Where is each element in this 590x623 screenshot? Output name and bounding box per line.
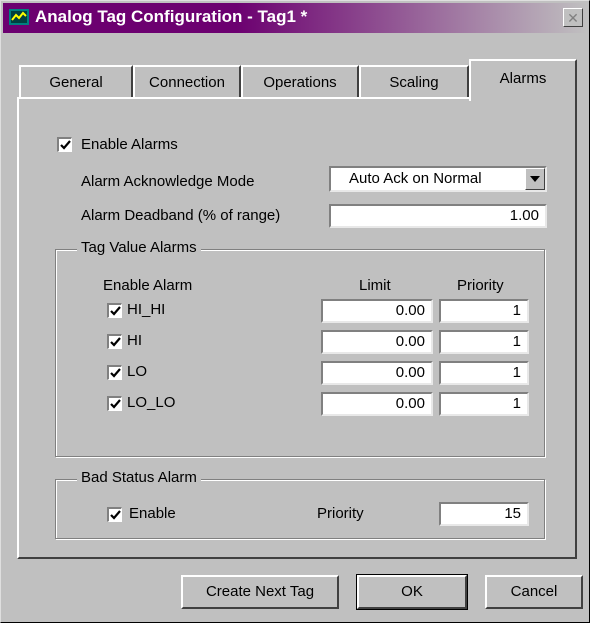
enable-alarms-checkbox[interactable] (57, 137, 72, 152)
check-icon (60, 140, 71, 150)
hi-hi-limit-field[interactable]: 0.00 (321, 299, 433, 323)
tab-label: General (49, 74, 103, 91)
hi-checkbox[interactable] (107, 334, 122, 349)
lo-label: LO (127, 363, 148, 380)
tab-label: Scaling (389, 74, 439, 91)
create-next-tag-button[interactable]: Create Next Tag (181, 575, 339, 609)
close-icon: ✕ (567, 10, 579, 26)
tab-general[interactable]: General (19, 65, 133, 99)
close-button[interactable]: ✕ (563, 8, 583, 27)
check-icon (110, 306, 121, 316)
title-bar[interactable]: Analog Tag Configuration - Tag1 * ✕ (3, 3, 587, 33)
check-icon (110, 337, 121, 347)
bad-status-priority-label: Priority (317, 505, 364, 522)
tab-label: Connection (149, 74, 225, 91)
enable-alarms-label: Enable Alarms (81, 136, 178, 153)
tab-connection[interactable]: Connection (133, 65, 241, 99)
tab-label: Operations (263, 74, 337, 91)
lo-lo-limit-field[interactable]: 0.00 (321, 392, 433, 416)
check-icon (110, 510, 121, 520)
lo-lo-priority-field[interactable]: 1 (439, 392, 529, 416)
lo-limit-field[interactable]: 0.00 (321, 361, 433, 385)
deadband-label: Alarm Deadband (% of range) (81, 207, 281, 224)
enable-alarm-header: Enable Alarm (103, 277, 193, 294)
tab-scaling[interactable]: Scaling (359, 65, 469, 99)
lo-checkbox[interactable] (107, 365, 122, 380)
hi-hi-checkbox[interactable] (107, 303, 122, 318)
analog-tag-icon (9, 9, 29, 25)
tab-label: Alarms (499, 70, 547, 87)
bad-status-alarm-title: Bad Status Alarm (77, 469, 201, 486)
hi-hi-label: HI_HI (127, 301, 166, 318)
lo-priority-field[interactable]: 1 (439, 361, 529, 385)
ack-mode-select[interactable]: Auto Ack on Normal (329, 166, 547, 192)
dropdown-button[interactable] (525, 168, 545, 190)
lo-lo-label: LO_LO (127, 394, 176, 411)
window-title: Analog Tag Configuration - Tag1 * (35, 7, 308, 26)
priority-header: Priority (457, 277, 504, 294)
dialog-window: Analog Tag Configuration - Tag1 * ✕ Gene… (0, 0, 590, 623)
tab-operations[interactable]: Operations (241, 65, 359, 99)
bad-status-priority-field[interactable]: 15 (439, 502, 529, 526)
hi-label: HI (127, 332, 142, 349)
limit-header: Limit (359, 277, 391, 294)
check-icon (110, 368, 121, 378)
hi-hi-priority-field[interactable]: 1 (439, 299, 529, 323)
ack-mode-label: Alarm Acknowledge Mode (81, 173, 255, 190)
check-icon (110, 399, 121, 409)
tab-alarms[interactable]: Alarms (469, 59, 577, 101)
ack-mode-value: Auto Ack on Normal (349, 170, 482, 187)
chevron-down-icon (530, 176, 540, 182)
lo-lo-checkbox[interactable] (107, 396, 122, 411)
bad-status-enable-checkbox[interactable] (107, 507, 122, 522)
hi-limit-field[interactable]: 0.00 (321, 330, 433, 354)
hi-priority-field[interactable]: 1 (439, 330, 529, 354)
alarms-panel: Enable Alarms Alarm Acknowledge Mode Aut… (17, 97, 577, 559)
ok-button[interactable]: OK (356, 574, 468, 610)
cancel-button[interactable]: Cancel (485, 575, 583, 609)
tag-value-alarms-title: Tag Value Alarms (77, 239, 201, 256)
bad-status-enable-label: Enable (129, 505, 176, 522)
deadband-field[interactable]: 1.00 (329, 204, 547, 228)
